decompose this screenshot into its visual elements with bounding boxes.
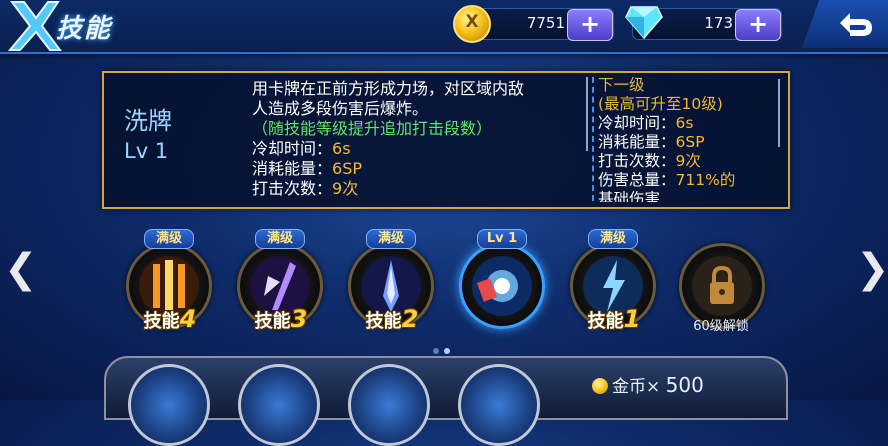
skill-label: 技能1 bbox=[587, 305, 641, 333]
bottom-skill-slot[interactable] bbox=[458, 364, 540, 446]
page-title: 技能 bbox=[56, 14, 113, 44]
next-level-title: 下一级 bbox=[598, 76, 645, 94]
lock-icon bbox=[692, 256, 752, 316]
skill-level: Lv 1 bbox=[124, 139, 169, 163]
next-scrollbar[interactable] bbox=[778, 79, 780, 147]
card-shuffle-icon bbox=[472, 256, 532, 316]
back-arrow-icon bbox=[840, 13, 872, 36]
skill-label: 技能3 bbox=[254, 305, 308, 333]
skill-slot-locked[interactable]: 60级解锁 bbox=[677, 229, 765, 341]
diamond-amount: 173 bbox=[704, 14, 733, 32]
skill-description[interactable]: 用卡牌在正前方形成力场，对区域内敌 人造成多段伤害后爆炸。 （随技能等级提升追加… bbox=[252, 79, 582, 199]
next-stat-damage: 伤害总量：711%的 bbox=[598, 171, 736, 189]
next-stat-hits: 打击次数：9次 bbox=[598, 152, 701, 170]
upgrade-cost: 金币× 500 bbox=[592, 372, 704, 397]
desc-line-note: （随技能等级提升追加打击段数） bbox=[252, 119, 493, 138]
gold-counter: X 7751 + bbox=[453, 5, 614, 43]
bottom-skill-slot[interactable] bbox=[128, 364, 210, 446]
skill-info-panel: 洗牌 Lv 1 用卡牌在正前方形成力场，对区域内敌 人造成多段伤害后爆炸。 （随… bbox=[102, 71, 790, 209]
stat-cooldown: 冷却时间：6s bbox=[252, 139, 351, 158]
prev-page-arrow[interactable]: ❮ bbox=[4, 246, 38, 292]
diamond-counter: 173 + bbox=[625, 6, 782, 41]
max-level-note: (最高可升至10级) bbox=[598, 95, 723, 113]
skill-slot-4[interactable]: 满级 技能4 bbox=[124, 229, 212, 341]
back-button[interactable] bbox=[802, 0, 888, 48]
add-diamond-button[interactable]: + bbox=[735, 9, 781, 41]
bottom-skill-slot[interactable] bbox=[238, 364, 320, 446]
next-page-arrow[interactable]: ❯ bbox=[856, 246, 888, 292]
gold-coin-icon bbox=[592, 378, 608, 394]
bottom-skill-slot[interactable] bbox=[348, 364, 430, 446]
page-dot-active[interactable] bbox=[444, 348, 450, 354]
desc-scrollbar[interactable] bbox=[586, 77, 588, 151]
page-dot[interactable] bbox=[433, 348, 439, 354]
desc-line: 用卡牌在正前方形成力场，对区域内敌 bbox=[252, 79, 525, 98]
skill-label: 技能2 bbox=[365, 305, 419, 333]
add-gold-button[interactable]: + bbox=[567, 9, 613, 41]
max-level-badge: 满级 bbox=[366, 229, 416, 249]
skill-slot-2[interactable]: 满级 技能2 bbox=[346, 229, 434, 341]
diamond-icon bbox=[625, 6, 663, 39]
top-bar: 技能 X 7751 + 173 + bbox=[0, 0, 888, 54]
skill-slot-3[interactable]: 满级 技能3 bbox=[235, 229, 323, 341]
max-level-badge: 满级 bbox=[144, 229, 194, 249]
unlock-level-label: 60级解锁 bbox=[693, 319, 749, 334]
next-stat-energy: 消耗能量：6SP bbox=[598, 133, 705, 151]
desc-line: 人造成多段伤害后爆炸。 bbox=[252, 99, 429, 118]
skill-name: 洗牌 bbox=[124, 107, 172, 135]
stat-energy: 消耗能量：6SP bbox=[252, 159, 362, 178]
level-badge: Lv 1 bbox=[477, 229, 527, 249]
next-stat-damage-cont: 基础伤害 bbox=[598, 190, 661, 202]
panel-divider bbox=[592, 77, 594, 201]
max-level-badge: 满级 bbox=[255, 229, 305, 249]
skill-slot-shuffle-selected[interactable]: Lv 1 bbox=[457, 229, 545, 341]
next-stat-cooldown: 冷却时间：6s bbox=[598, 114, 694, 132]
max-level-badge: 满级 bbox=[588, 229, 638, 249]
skill-slot-1[interactable]: 满级 技能1 bbox=[568, 229, 656, 341]
gold-coin-icon: X bbox=[453, 5, 491, 43]
gold-amount: 7751 bbox=[526, 14, 565, 32]
next-level-info[interactable]: 下一级 (最高可升至10级) 冷却时间：6s 消耗能量：6SP 打击次数：9次 … bbox=[598, 76, 786, 202]
skill-label: 技能4 bbox=[143, 305, 197, 333]
stat-hits: 打击次数：9次 bbox=[252, 179, 359, 198]
x-emblem-icon bbox=[7, 1, 62, 51]
